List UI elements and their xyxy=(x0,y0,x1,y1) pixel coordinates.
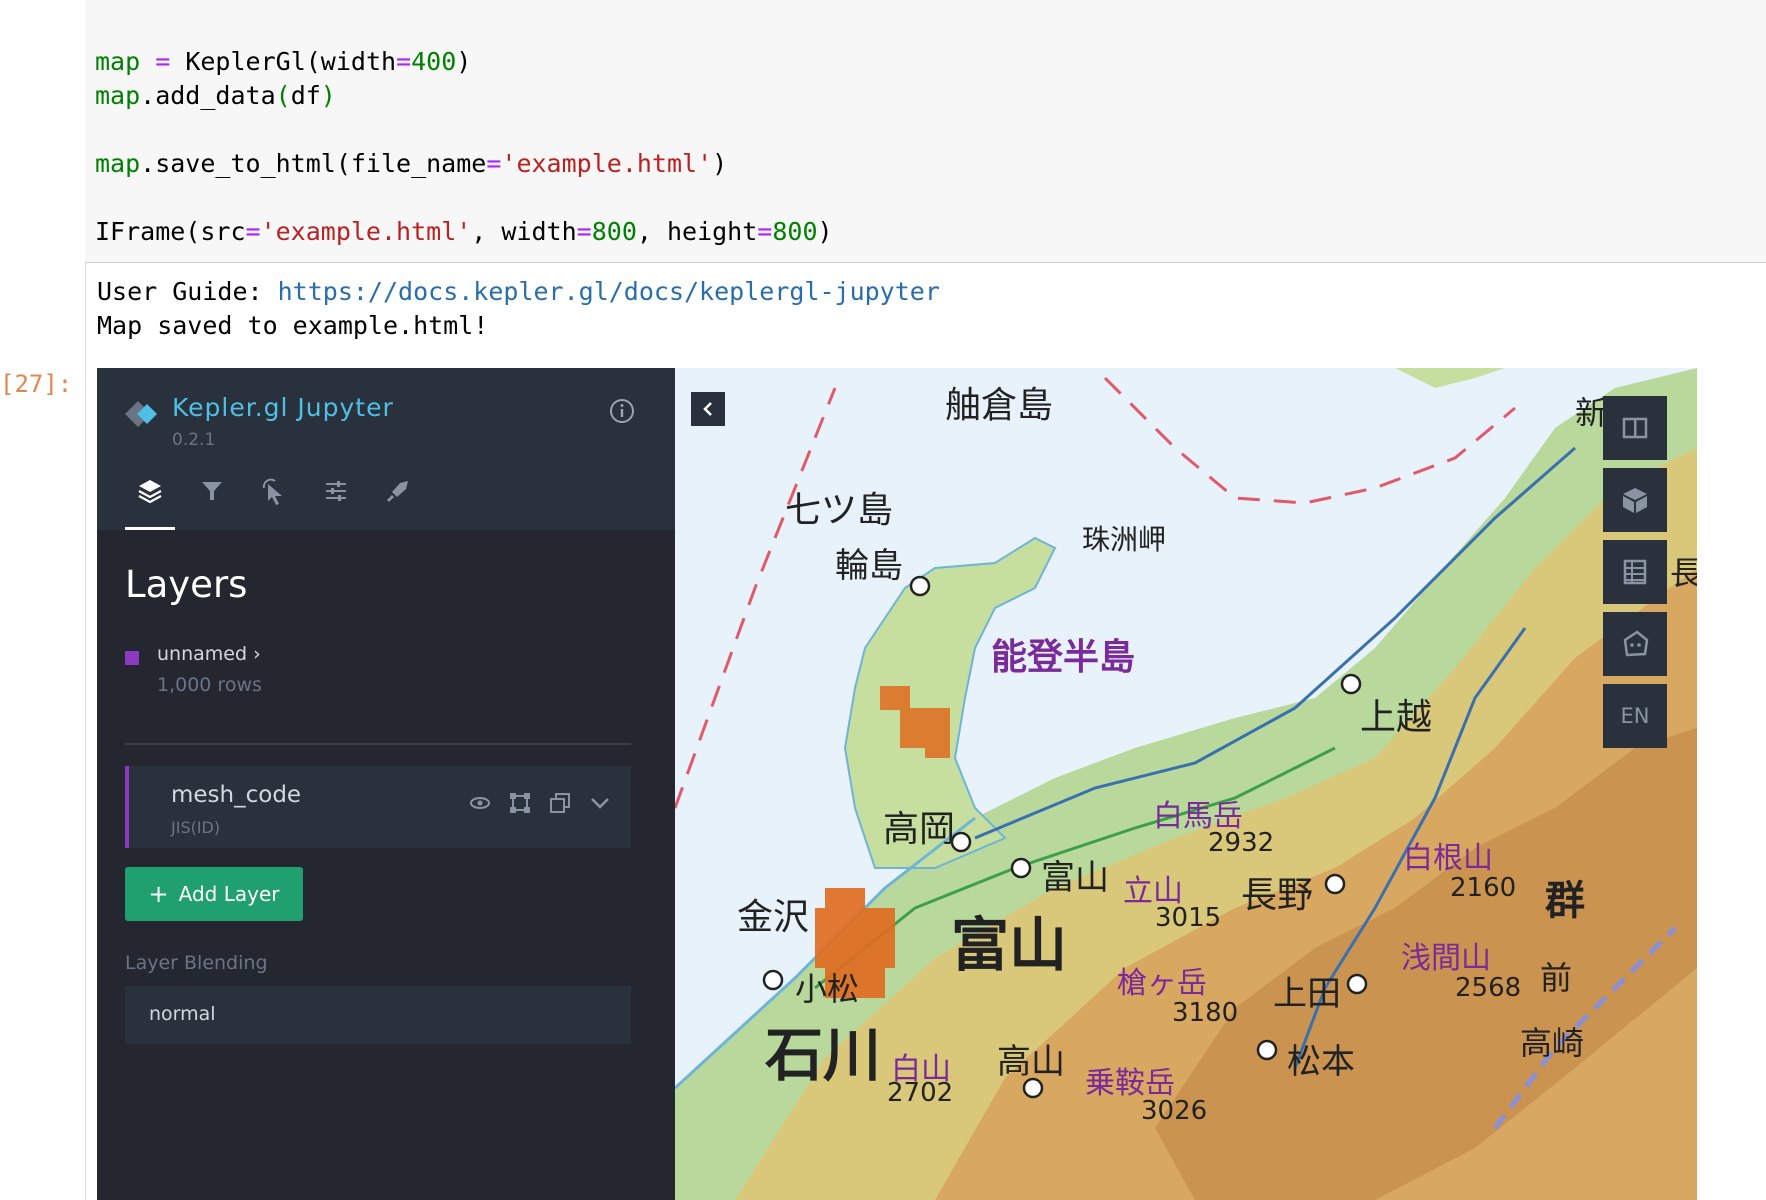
layer-type: JIS(ID) xyxy=(171,818,221,837)
layer-name[interactable]: mesh_code xyxy=(171,782,301,808)
tab-base-map[interactable] xyxy=(311,478,361,530)
map-label-ishikawa: 石川 xyxy=(765,1021,882,1089)
polygon-select-icon[interactable] xyxy=(507,790,533,816)
chevron-down-icon[interactable] xyxy=(587,790,613,816)
add-layer-label: Add Layer xyxy=(178,882,280,906)
tab-filters[interactable] xyxy=(187,478,237,530)
layer-panel[interactable]: mesh_code JIS(ID) xyxy=(125,766,631,848)
code-cell[interactable]: map = KeplerGl(width=400) map.add_data(d… xyxy=(85,0,1766,263)
draw-shape-icon xyxy=(1623,630,1649,657)
map-label-shirane-elev: 2160 xyxy=(1450,873,1517,903)
saved-message: Map saved to example.html! xyxy=(97,311,489,340)
table-icon xyxy=(1623,559,1647,585)
map-label-gun: 群 xyxy=(1545,878,1585,924)
eye-icon[interactable] xyxy=(467,790,493,816)
cell-output: User Guide: https://docs.kepler.gl/docs/… xyxy=(97,275,940,343)
map-label-takayama: 高山 xyxy=(997,1042,1065,1082)
layer-blending-select[interactable]: normal xyxy=(125,986,631,1044)
map-label-yarigatake: 槍ヶ岳 xyxy=(1117,966,1207,1001)
map-label-toyama-city: 富山 xyxy=(1041,858,1109,898)
divider xyxy=(125,743,631,745)
language-button[interactable]: EN xyxy=(1603,684,1667,748)
cell-gutter xyxy=(0,0,86,1200)
duplicate-icon[interactable] xyxy=(547,790,573,816)
map-label-ueda: 上田 xyxy=(1273,974,1341,1014)
cursor-icon xyxy=(262,478,282,505)
layer-blending-label: Layer Blending xyxy=(125,952,268,974)
plus-icon: + xyxy=(148,880,169,908)
kepler-widget: Kepler.gl Jupyter 0.2.1 Layers unnamed ›… xyxy=(97,368,1697,1200)
map-label-hekura: 舳倉島 xyxy=(945,385,1054,426)
layer-actions xyxy=(467,790,613,816)
map-label-tateyama-elev: 3015 xyxy=(1155,903,1222,933)
map-label-nagano: 長野 xyxy=(1241,875,1314,916)
map-label-mae: 前 xyxy=(1540,959,1573,997)
chevron-right-icon[interactable]: › xyxy=(253,643,261,665)
code-editor[interactable]: map = KeplerGl(width=400) map.add_data(d… xyxy=(95,45,833,249)
add-layer-button[interactable]: + Add Layer xyxy=(125,867,303,921)
map-label-wajima: 輪島 xyxy=(835,546,903,586)
chevron-left-icon xyxy=(703,402,712,416)
tab-interactions[interactable] xyxy=(249,478,299,530)
draw-polygon-button[interactable] xyxy=(1603,612,1667,676)
map-label-norikura-elev: 3026 xyxy=(1141,1096,1208,1126)
map-label-asama: 浅間山 xyxy=(1401,941,1491,976)
filter-icon xyxy=(202,482,222,500)
map-view[interactable]: 舳倉島 七ツ島 輪島 珠洲岬 能登半島 上越 高岡 白馬岳 2932 富山 立山… xyxy=(675,368,1697,1200)
map-label-takasaki: 高崎 xyxy=(1520,1024,1585,1062)
map-label-hakusan-elev: 2702 xyxy=(887,1078,954,1108)
app-version: 0.2.1 xyxy=(172,430,216,450)
map-label-joetsu: 上越 xyxy=(1360,697,1433,738)
map-label-hakuba-elev: 2932 xyxy=(1208,828,1275,858)
rocket-icon xyxy=(387,481,408,502)
guide-label: User Guide: xyxy=(97,277,278,306)
map-label-takaoka: 高岡 xyxy=(883,809,956,850)
side-panel: Kepler.gl Jupyter 0.2.1 Layers unnamed ›… xyxy=(97,368,675,1200)
dataset-name[interactable]: unnamed xyxy=(157,643,247,665)
split-map-icon xyxy=(1622,417,1648,439)
settings-sliders-icon xyxy=(326,481,346,501)
map-label-nanatsu: 七ツ島 xyxy=(785,490,894,531)
map-label-kanazawa: 金沢 xyxy=(737,897,810,938)
legend-button[interactable] xyxy=(1603,540,1667,604)
app-title: Kepler.gl Jupyter xyxy=(172,393,394,422)
map-label-asama-elev: 2568 xyxy=(1455,973,1522,1003)
dataset-name-row: unnamed › xyxy=(157,643,261,665)
info-icon[interactable] xyxy=(609,398,635,424)
collapse-sidebar-button[interactable] xyxy=(691,392,725,426)
map-label-matsumoto: 松本 xyxy=(1287,1042,1355,1082)
cube-icon xyxy=(1623,488,1647,513)
map-label-yari-elev: 3180 xyxy=(1172,998,1239,1028)
map-label-toyama-pref: 富山 xyxy=(951,911,1068,979)
side-panel-header: Kepler.gl Jupyter 0.2.1 xyxy=(97,368,675,530)
map-label-suzu: 珠洲岬 xyxy=(1082,523,1167,556)
guide-link[interactable]: https://docs.kepler.gl/docs/keplergl-jup… xyxy=(278,277,940,306)
tab-export[interactable] xyxy=(373,478,423,530)
kepler-logo-icon xyxy=(125,401,157,427)
layers-section-title: Layers xyxy=(125,563,248,606)
map-label-shirane: 白根山 xyxy=(1403,841,1493,876)
split-map-button[interactable] xyxy=(1603,396,1667,460)
map-label-noto: 能登半島 xyxy=(991,637,1136,678)
3d-view-button[interactable] xyxy=(1603,468,1667,532)
cell-prompt: [27]: xyxy=(0,370,73,398)
map-label-nagaoka: 長 xyxy=(1670,554,1697,592)
tab-layers[interactable] xyxy=(125,478,175,530)
dataset-rows: 1,000 rows xyxy=(157,674,262,696)
dataset-color-swatch xyxy=(125,651,139,665)
map-label-komatsu: 小松 xyxy=(795,970,860,1008)
layers-icon xyxy=(138,480,162,504)
